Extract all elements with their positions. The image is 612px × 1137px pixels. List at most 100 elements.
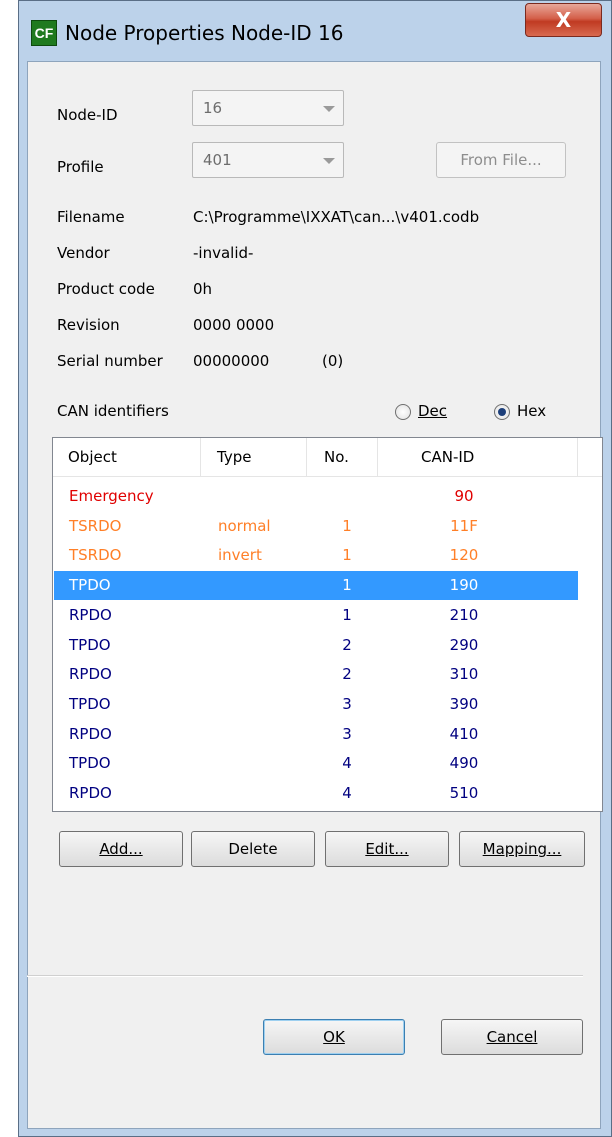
from-file-button[interactable]: From File... <box>436 142 566 178</box>
cell-object: TPDO <box>69 635 111 654</box>
cell-can-id: 590 <box>384 809 544 811</box>
hex-radio[interactable] <box>494 404 510 420</box>
column-header-type[interactable]: Type <box>217 438 251 476</box>
can-identifiers-list[interactable]: Object Type No. CAN-ID Emergency 90 TSRDO n… <box>52 437 603 812</box>
cell-no: 2 <box>342 665 352 684</box>
node-id-value: 16 <box>203 99 223 117</box>
column-divider[interactable] <box>306 438 307 476</box>
cell-no: 3 <box>342 724 352 743</box>
cell-can-id: 120 <box>449 546 479 565</box>
serial-number-label: Serial number <box>57 352 163 370</box>
hex-radio-label[interactable]: Hex <box>517 402 546 420</box>
app-cf-icon: CF <box>31 20 57 46</box>
cell-object: Emergency <box>69 487 154 505</box>
dec-radio[interactable] <box>395 404 411 420</box>
column-header-can-id[interactable]: CAN-ID <box>421 438 474 476</box>
serial-number-value: 00000000 <box>193 352 270 370</box>
title-bar[interactable]: CF Node Properties Node-ID 16 X <box>19 1 611 61</box>
profile-value: 401 <box>203 151 232 169</box>
chevron-down-icon <box>323 158 335 164</box>
vendor-label: Vendor <box>57 244 110 262</box>
cell-can-id: 11F <box>450 516 478 535</box>
cell-no: 4 <box>342 754 352 773</box>
window-title: Node Properties Node-ID 16 <box>65 21 344 45</box>
node-properties-dialog: CF Node Properties Node-ID 16 X Node-ID … <box>18 0 612 1137</box>
mapping-button[interactable]: Mapping... <box>459 831 585 867</box>
table-row[interactable]: Emergency 90 <box>54 482 578 511</box>
ok-button-label: OK <box>323 1028 345 1046</box>
cell-can-id: 310 <box>449 665 479 684</box>
cell-type: (tx) <box>218 809 244 811</box>
column-header-object[interactable]: Object <box>68 438 117 476</box>
cell-no: 1 <box>342 576 352 595</box>
cell-object: RPDO <box>69 784 112 802</box>
cell-can-id: 410 <box>449 724 479 743</box>
table-row[interactable]: TSRDO normal 1 11F <box>54 512 578 541</box>
cell-can-id: 510 <box>449 784 479 802</box>
cancel-button-label: Cancel <box>486 1028 538 1046</box>
cell-type: normal <box>218 516 271 535</box>
delete-button[interactable]: Delete <box>191 831 315 867</box>
table-row[interactable]: TPDO 1 190 <box>54 571 578 601</box>
table-row[interactable]: TPDO 4 490 <box>54 749 578 778</box>
chevron-down-icon <box>323 106 335 112</box>
node-id-label: Node-ID <box>57 106 118 124</box>
table-row[interactable]: TPDO 3 390 <box>54 690 578 719</box>
column-divider[interactable] <box>200 438 201 476</box>
cell-no: 4 <box>342 784 352 802</box>
revision-label: Revision <box>57 316 120 334</box>
table-row[interactable]: TSRDO invert 1 120 <box>54 541 578 570</box>
cell-object: SSDO <box>69 809 111 811</box>
cell-no: 3 <box>342 694 352 713</box>
cell-type: invert <box>218 546 262 565</box>
table-row[interactable]: RPDO 4 510 <box>54 779 578 808</box>
vendor-value: -invalid- <box>193 244 254 262</box>
table-row[interactable]: TPDO 2 290 <box>54 631 578 660</box>
ok-button[interactable]: OK <box>263 1019 405 1055</box>
table-row[interactable]: RPDO 1 210 <box>54 601 578 630</box>
filename-label: Filename <box>57 208 125 226</box>
add-button[interactable]: Add... <box>59 831 183 867</box>
cell-no: 1 <box>342 516 352 535</box>
cell-can-id: 390 <box>449 694 479 713</box>
cell-object: RPDO <box>69 665 112 684</box>
can-identifiers-label: CAN identifiers <box>57 402 169 420</box>
table-row[interactable]: RPDO 3 410 <box>54 720 578 749</box>
product-code-label: Product code <box>57 280 155 298</box>
column-header-no[interactable]: No. <box>324 438 349 476</box>
close-button[interactable]: X <box>525 3 602 37</box>
dec-radio-label[interactable]: Dec <box>418 402 447 420</box>
table-row[interactable]: SSDO (tx) 1 590 <box>54 809 578 811</box>
cell-no: 1 <box>342 605 352 624</box>
add-button-label: Add... <box>99 840 143 858</box>
serial-number-decimal: (0) <box>322 352 344 370</box>
cell-object: TPDO <box>69 694 111 713</box>
cell-can-id: 210 <box>449 605 479 624</box>
dec-label-text: Dec <box>418 402 448 420</box>
close-icon: X <box>555 8 572 32</box>
cell-can-id: 190 <box>449 576 479 595</box>
cancel-button[interactable]: Cancel <box>441 1019 583 1055</box>
filename-value: C:\Programme\IXXAT\can...\v401.codb <box>193 208 480 226</box>
cell-object: RPDO <box>69 724 112 743</box>
profile-combo: 401 <box>192 142 344 178</box>
cell-can-id: 90 <box>454 487 474 505</box>
edit-button[interactable]: Edit... <box>325 831 449 867</box>
cell-can-id: 290 <box>449 635 479 654</box>
column-divider[interactable] <box>577 438 578 476</box>
cell-no: 2 <box>342 635 352 654</box>
cell-no: 1 <box>317 809 377 811</box>
cell-no: 1 <box>342 546 352 565</box>
cell-object: RPDO <box>69 605 112 624</box>
cell-object: TPDO <box>69 754 111 773</box>
cell-object: TPDO <box>69 576 111 595</box>
cell-can-id: 490 <box>449 754 479 773</box>
hex-label-text: Hex <box>517 402 547 420</box>
mapping-button-label: Mapping... <box>482 840 562 858</box>
revision-value: 0000 0000 <box>193 316 275 334</box>
node-id-combo: 16 <box>192 90 344 126</box>
column-divider[interactable] <box>377 438 378 476</box>
table-row[interactable]: RPDO 2 310 <box>54 660 578 689</box>
profile-label: Profile <box>57 158 104 176</box>
list-header: Object Type No. CAN-ID <box>53 438 602 477</box>
